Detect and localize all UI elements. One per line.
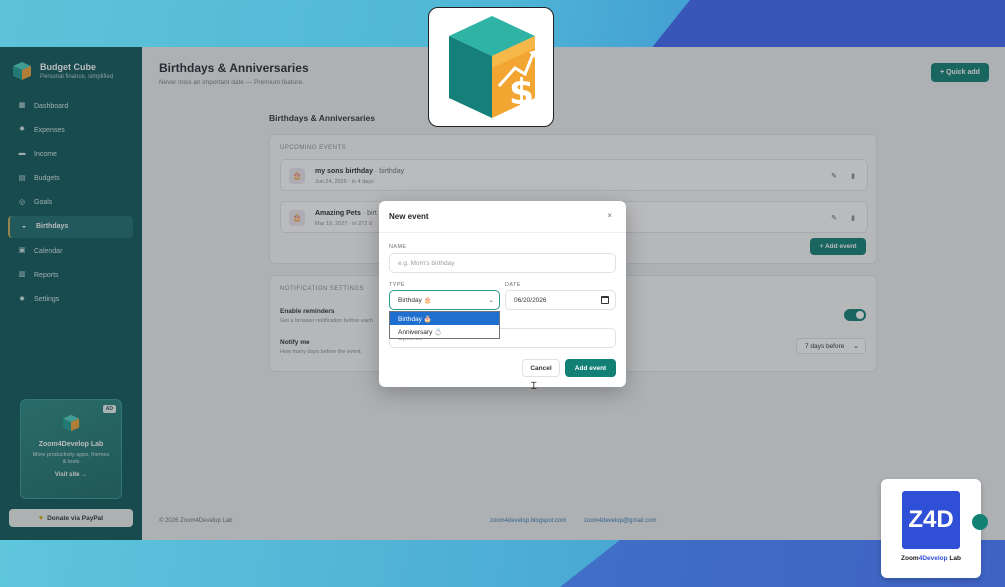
type-select-value: Birthday 🎂 — [398, 297, 432, 304]
modal-divider — [379, 232, 626, 233]
type-option-anniversary[interactable]: Anniversary 💍 — [390, 325, 499, 338]
z4d-wordmark: Zoom4Develop Lab — [901, 555, 961, 562]
budget-cube-logo: $ — [428, 7, 554, 127]
close-icon[interactable]: × — [607, 211, 612, 220]
cube-logo-icon: $ — [449, 16, 537, 118]
modal-title: New event — [389, 212, 429, 221]
type-dropdown-list: Birthday 🎂 Anniversary 💍 — [389, 311, 500, 339]
svg-text:$: $ — [509, 72, 534, 113]
cancel-button[interactable]: Cancel — [522, 359, 560, 377]
background-shape — [650, 0, 1005, 50]
date-input[interactable]: 06/20/2026 — [505, 290, 616, 310]
type-label: TYPE — [389, 282, 405, 288]
zoom4develop-logo: Z4D Zoom4Develop Lab — [881, 479, 981, 578]
text-cursor-icon: Ɪ — [531, 381, 537, 392]
type-select[interactable]: Birthday 🎂 ⌄ — [389, 290, 500, 310]
add-event-submit-button[interactable]: Add event — [565, 359, 616, 377]
chevron-down-icon: ⌄ — [488, 297, 494, 304]
calendar-icon[interactable] — [601, 296, 609, 304]
date-value: 06/20/2026 — [514, 296, 547, 304]
date-label: DATE — [505, 282, 521, 288]
new-event-modal: New event × NAME e.g. Mom's birthday TYP… — [379, 201, 626, 387]
z4d-mark: Z4D — [902, 491, 960, 549]
floating-action-button[interactable] — [972, 514, 988, 530]
name-label: NAME — [389, 244, 407, 250]
name-input[interactable]: e.g. Mom's birthday — [389, 253, 616, 273]
type-option-birthday[interactable]: Birthday 🎂 — [390, 312, 499, 325]
